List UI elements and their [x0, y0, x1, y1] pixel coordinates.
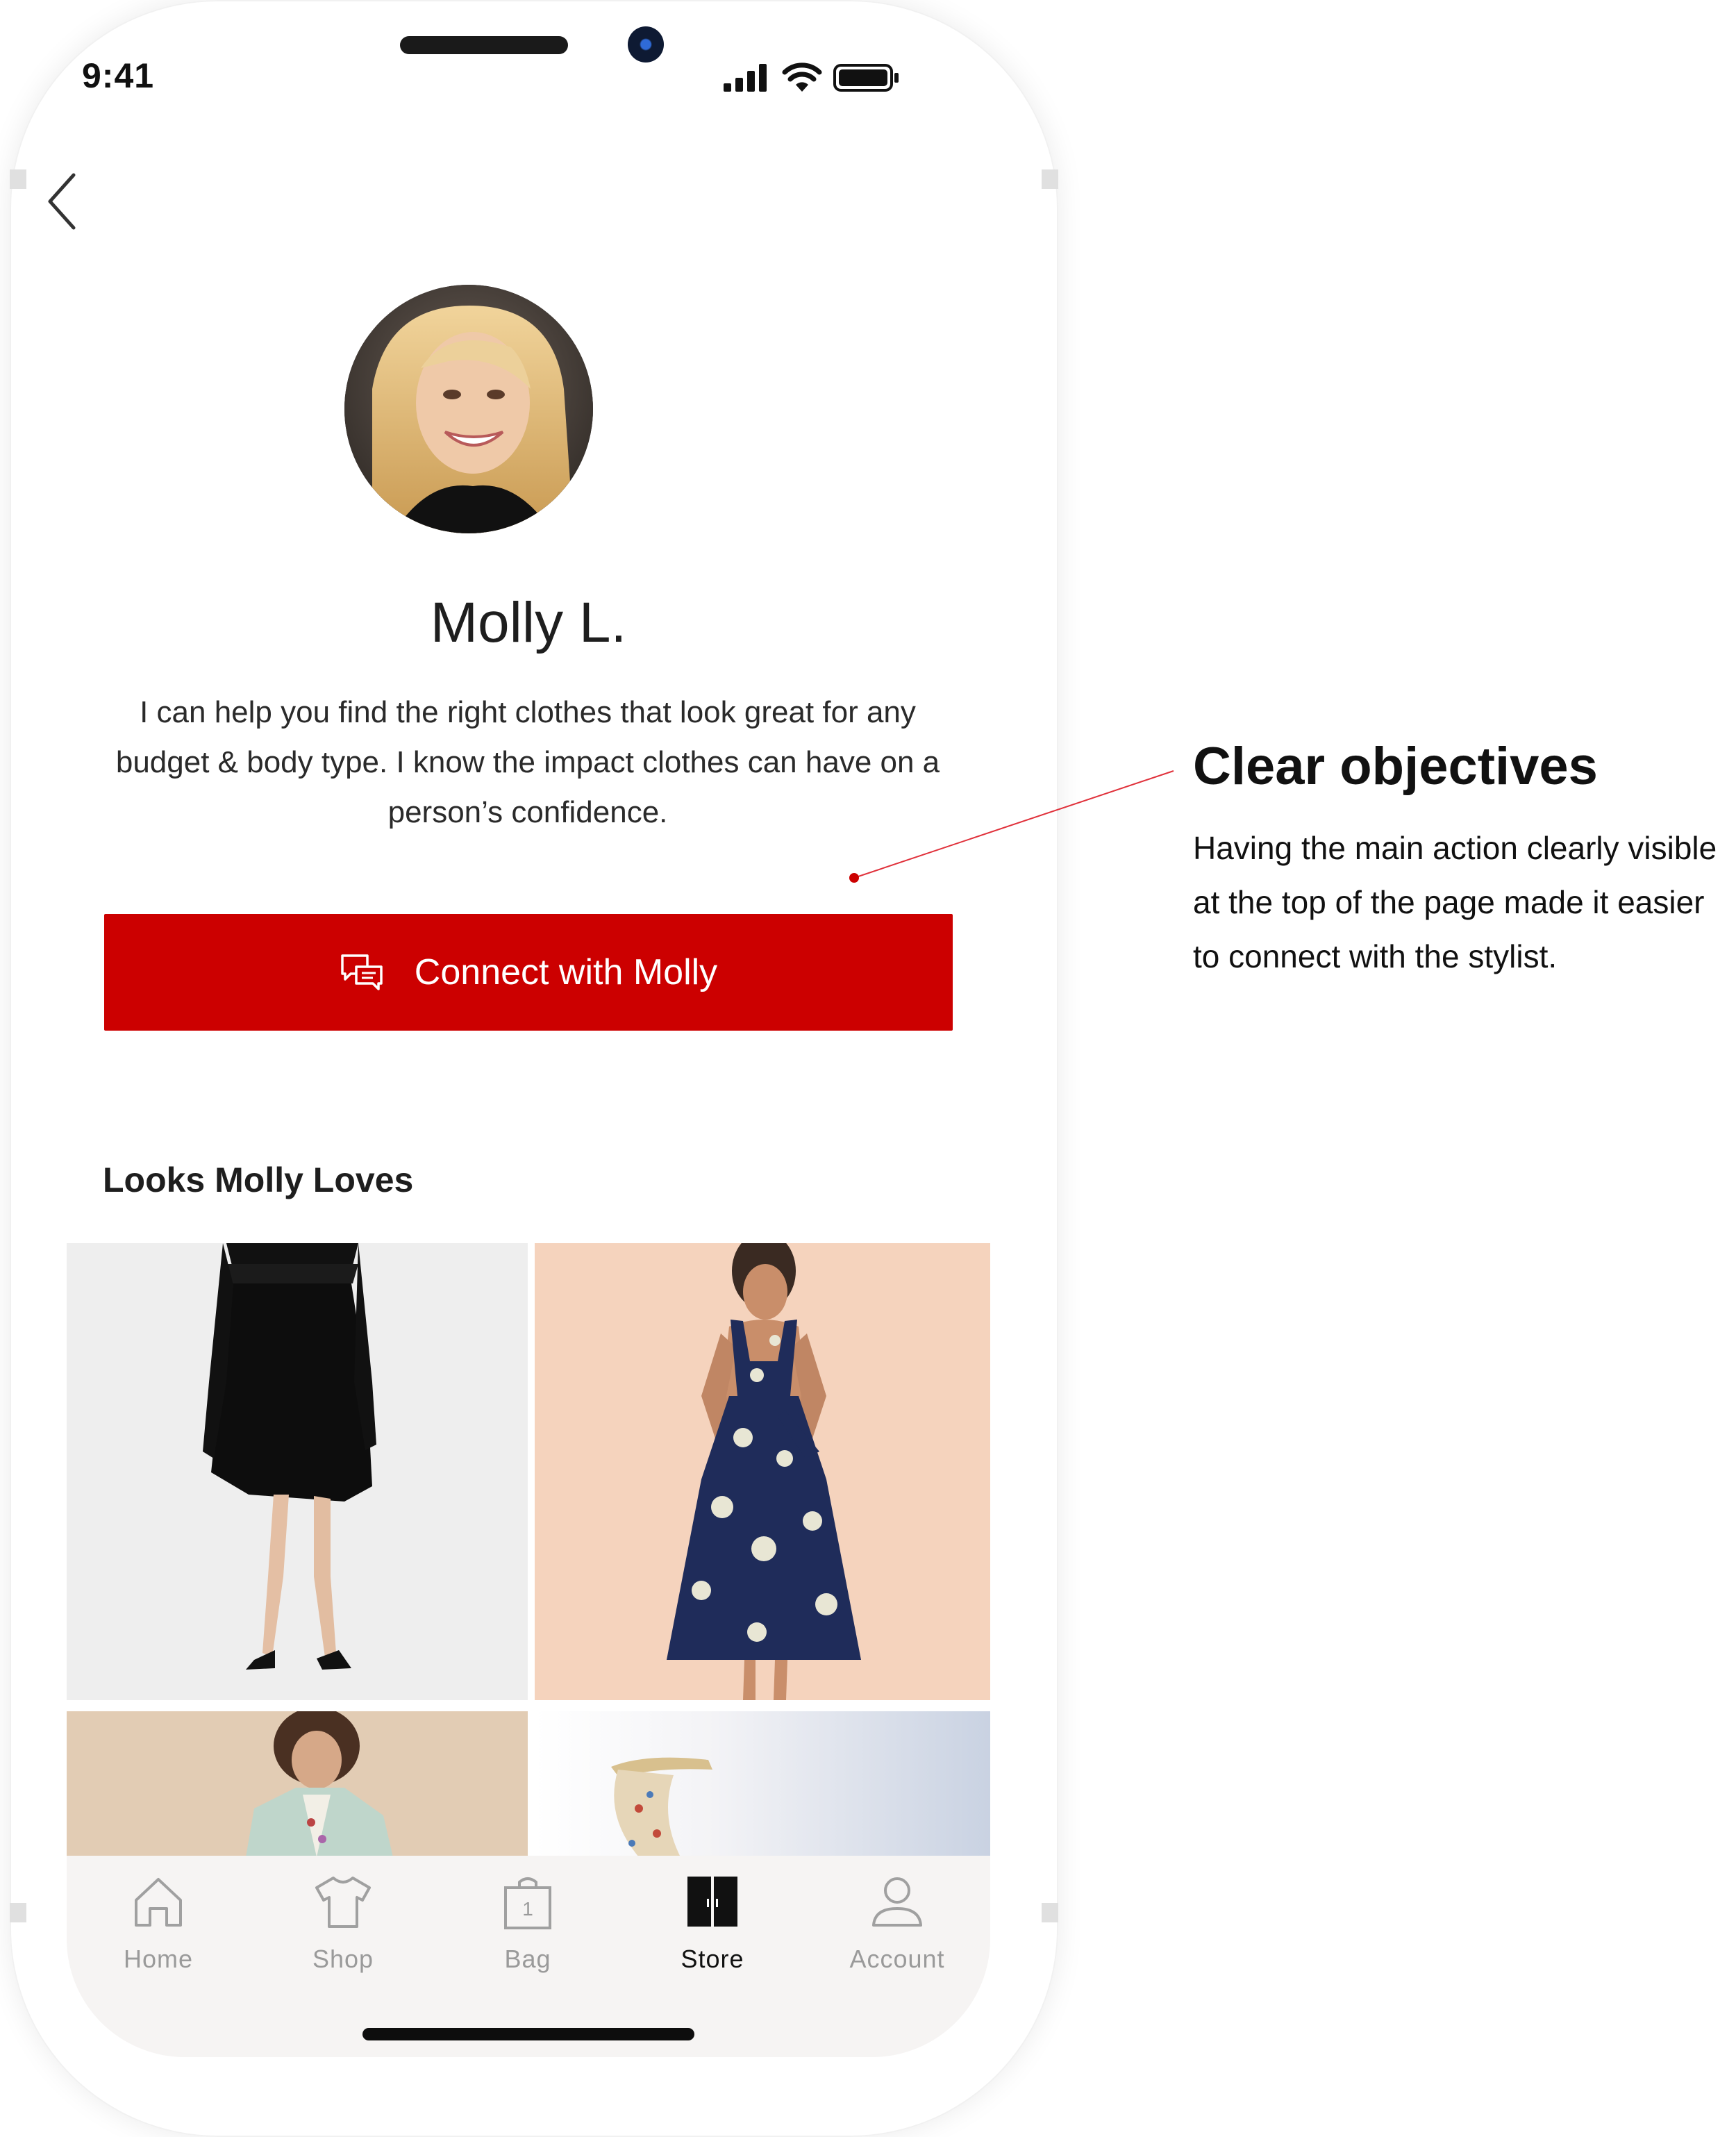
- tshirt-icon: [315, 1877, 371, 1928]
- tab-store-label: Store: [681, 1945, 744, 1973]
- phone-side-button-left-bottom: [10, 1903, 26, 1922]
- status-time: 9:41: [82, 56, 155, 95]
- stylist-avatar: [344, 285, 593, 533]
- look-tile-embellished-sandal[interactable]: [535, 1711, 990, 1857]
- store-doors-icon: [687, 1877, 737, 1927]
- phone-side-button-right-bottom: [1042, 1903, 1058, 1922]
- connect-button-label: Connect with Molly: [414, 952, 718, 992]
- chat-bubbles-icon: [341, 954, 383, 990]
- look-tile-floral-dress[interactable]: [535, 1243, 990, 1700]
- home-icon: [135, 1878, 182, 1927]
- stylist-bio: I can help you find the right clothes th…: [115, 695, 940, 829]
- looks-section-title: Looks Molly Loves: [103, 1161, 414, 1199]
- annotation-title: Clear objectives: [1193, 737, 1598, 796]
- tab-bag[interactable]: 1 Bag: [458, 1872, 597, 1984]
- tab-account[interactable]: Account: [828, 1872, 967, 1984]
- look-tile-black-skirt[interactable]: [67, 1243, 528, 1700]
- tab-home[interactable]: Home: [89, 1872, 228, 1984]
- person-icon: [872, 1877, 922, 1927]
- battery-icon: [833, 64, 899, 92]
- bag-count-badge: 1: [522, 1898, 533, 1920]
- signal-icon: [724, 64, 767, 92]
- home-indicator[interactable]: [362, 2028, 694, 2040]
- status-icons: [722, 61, 900, 93]
- tab-shop-label: Shop: [312, 1945, 374, 1973]
- chevron-left-icon: [48, 173, 76, 230]
- tab-bag-label: Bag: [504, 1945, 551, 1973]
- tab-shop[interactable]: Shop: [274, 1872, 412, 1984]
- speaker-notch: [400, 36, 568, 54]
- connect-button[interactable]: Connect with Molly: [104, 914, 953, 1031]
- tab-store[interactable]: Store: [643, 1872, 782, 1984]
- bag-icon: 1: [504, 1877, 551, 1929]
- stylist-name: Molly L.: [430, 591, 627, 654]
- tab-home-label: Home: [123, 1945, 194, 1973]
- annotation-body: Having the main action clearly visible a…: [1193, 830, 1717, 974]
- phone-side-button-left-top: [10, 169, 26, 189]
- annotation-callout-line: [849, 770, 1174, 883]
- wifi-icon: [782, 63, 822, 92]
- look-tile-mint-blazer[interactable]: [67, 1711, 528, 1857]
- front-camera: [628, 26, 664, 63]
- phone-side-button-right-top: [1042, 169, 1058, 189]
- tab-account-label: Account: [849, 1945, 945, 1973]
- back-button[interactable]: [42, 167, 83, 236]
